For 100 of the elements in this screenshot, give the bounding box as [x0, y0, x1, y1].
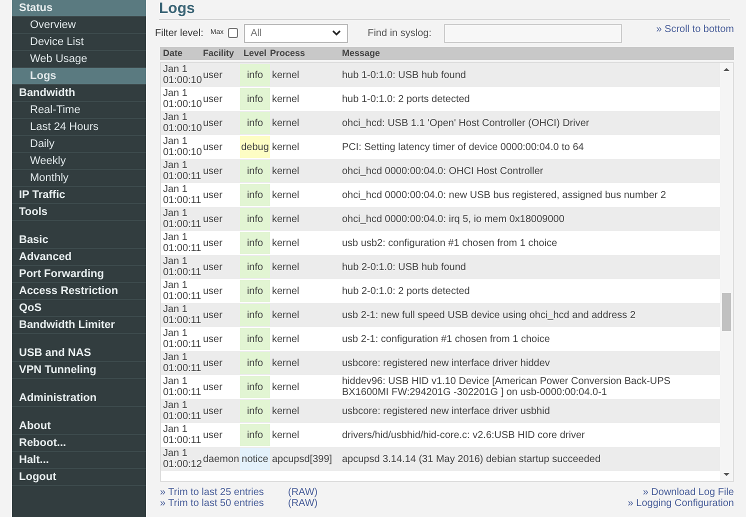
trim-link[interactable]: » Trim to last 25 entries — [160, 487, 288, 498]
message-cell-text: usbcore: registered new interface driver hiddev — [341, 356, 551, 370]
message-cell-text: ohci_hcd 0000:00:04.0: new USB bus registered, assigned bus number 2 — [341, 188, 668, 202]
date-cell: Jan 1 01:00:10 — [163, 88, 203, 110]
sidebar-item[interactable]: Last 24 Hours — [12, 119, 146, 136]
process-cell-text: kernel — [271, 308, 300, 322]
process-cell-text: kernel — [271, 260, 300, 274]
level-cell: info — [240, 112, 270, 134]
sidebar-item[interactable]: Logout — [12, 469, 146, 486]
facility-cell-text: user — [203, 92, 224, 106]
column-header: Level — [242, 46, 268, 60]
sidebar-item[interactable]: Port Forwarding — [12, 266, 146, 283]
date-cell-text: Jan 1 01:00:11 — [163, 208, 202, 230]
facility-cell-text: user — [203, 140, 224, 154]
footer-link[interactable]: » Download Log File — [642, 487, 734, 498]
message-cell-text: usb usb2: configuration #1 chosen from 1 choice — [341, 236, 558, 250]
date-cell-text: Jan 1 01:00:11 — [163, 328, 202, 350]
process-cell-text: kernel — [271, 356, 300, 370]
sidebar-item[interactable]: Monthly — [12, 170, 146, 187]
message-cell-text: usb 2-1: configuration #1 chosen from 1 choice — [341, 332, 551, 346]
sidebar-item[interactable]: Advanced — [12, 249, 146, 266]
sidebar-item[interactable]: Tools — [12, 204, 146, 221]
level-select[interactable]: All — [244, 24, 348, 42]
level-cell: notice — [240, 448, 270, 470]
chevron-down-icon — [332, 30, 341, 36]
process-cell-text: kernel — [271, 332, 300, 346]
level-cell: info — [240, 280, 270, 302]
sidebar-item[interactable]: Bandwidth — [12, 85, 146, 102]
sidebar-item[interactable]: Logs — [12, 68, 146, 85]
sidebar-item[interactable]: Administration — [12, 390, 146, 407]
sidebar-item[interactable]: QoS — [12, 300, 146, 317]
search-field[interactable] — [444, 24, 622, 42]
sidebar-item[interactable]: VPN Tunneling — [12, 362, 146, 379]
message-cell-text: hub 2-0:1.0: USB hub found — [341, 260, 467, 274]
level-cell: info — [240, 232, 270, 254]
level-cell: info — [240, 160, 270, 182]
column-header: Process — [270, 46, 306, 60]
date-cell-text: Jan 1 01:00:11 — [163, 280, 202, 302]
scrollbar[interactable] — [720, 63, 733, 481]
date-cell-text: Jan 1 01:00:11 — [163, 376, 202, 398]
process-cell-text: kernel — [271, 92, 300, 106]
message-cell-text: PCI: Setting latency timer of device 0000:00:04.0 to 64 — [341, 140, 585, 154]
date-cell: Jan 1 01:00:10 — [163, 136, 203, 158]
facility-cell-text: user — [203, 404, 224, 418]
sidebar-item[interactable]: Access Restriction — [12, 283, 146, 300]
scroll-to-bottom-link[interactable]: » Scroll to bottom — [656, 22, 734, 37]
raw-link[interactable]: (RAW) — [288, 498, 318, 509]
process-cell-text: kernel — [271, 212, 300, 226]
sidebar-item[interactable]: Web Usage — [12, 51, 146, 68]
sidebar-item[interactable]: Real-Time — [12, 102, 146, 119]
date-cell-text: Jan 1 01:00:11 — [163, 184, 202, 206]
facility-cell-text: user — [203, 116, 224, 130]
process-cell-text: kernel — [271, 188, 300, 202]
facility-cell-text: user — [203, 212, 224, 226]
sidebar-item[interactable]: IP Traffic — [12, 187, 146, 204]
process-cell-text: kernel — [271, 428, 300, 442]
facility-cell-text: user — [203, 236, 224, 250]
find-label: Find in syslog: — [368, 26, 432, 40]
process-cell-text: kernel — [271, 380, 300, 394]
date-cell: Jan 1 01:00:10 — [163, 64, 203, 86]
sidebar-item[interactable]: Device List — [12, 34, 146, 51]
level-cell: info — [240, 400, 270, 422]
message-cell-text: usb 2-1: new full speed USB device using ohci_hcd and address 2 — [341, 308, 637, 322]
message-cell-text: hub 2-0:1.0: 2 ports detected — [341, 284, 471, 298]
sidebar-item[interactable]: About — [12, 418, 146, 435]
facility-cell-text: daemon — [203, 452, 240, 466]
sidebar-item[interactable]: Status — [12, 0, 146, 17]
level-cell: info — [240, 64, 270, 86]
sidebar-item[interactable]: Daily — [12, 136, 146, 153]
process-cell-text: kernel — [271, 68, 300, 82]
facility-cell-text: user — [203, 188, 224, 202]
sidebar-item[interactable]: Basic — [12, 232, 146, 249]
facility-cell-text: user — [203, 356, 224, 370]
page-title: Logs — [159, 0, 196, 18]
sidebar-item[interactable]: Overview — [12, 17, 146, 34]
level-cell: info — [240, 208, 270, 230]
sidebar-item[interactable]: USB and NAS — [12, 345, 146, 362]
facility-cell-text: user — [203, 284, 224, 298]
max-checkbox[interactable] — [228, 28, 238, 38]
sidebar-item[interactable]: Halt... — [12, 452, 146, 469]
facility-cell-text: user — [203, 164, 224, 178]
trim-link[interactable]: » Trim to last 50 entries — [160, 498, 288, 509]
facility-cell-text: user — [203, 308, 224, 322]
sidebar-item[interactable]: Bandwidth Limiter — [12, 317, 146, 334]
message-cell-text: hub 1-0:1.0: USB hub found — [341, 68, 467, 82]
sidebar-item[interactable]: Reboot... — [12, 435, 146, 452]
level-cell: info — [240, 352, 270, 374]
date-cell-text: Jan 1 01:00:11 — [163, 400, 202, 422]
process-cell-text: kernel — [271, 404, 300, 418]
date-cell-text: Jan 1 01:00:11 — [163, 424, 202, 446]
filter-label: Filter level: — [155, 26, 204, 40]
message-cell-text: hiddev96: USB HID v1.10 Device [American Power Conversion Back-UPS BX1600MI FW:294201G -302201G ] on usb-0000:00:04.0-1 — [341, 376, 672, 398]
level-cell: info — [240, 376, 270, 398]
column-header: Facility — [203, 46, 236, 60]
level-cell: info — [240, 304, 270, 326]
raw-link[interactable]: (RAW) — [288, 487, 318, 498]
footer-link[interactable]: » Logging Configuration — [628, 498, 734, 509]
sidebar-item[interactable]: Weekly — [12, 153, 146, 170]
date-cell: Jan 1 01:00:12 — [163, 448, 203, 470]
message-cell-text: ohci_hcd 0000:00:04.0: OHCI Host Controller — [341, 164, 544, 178]
